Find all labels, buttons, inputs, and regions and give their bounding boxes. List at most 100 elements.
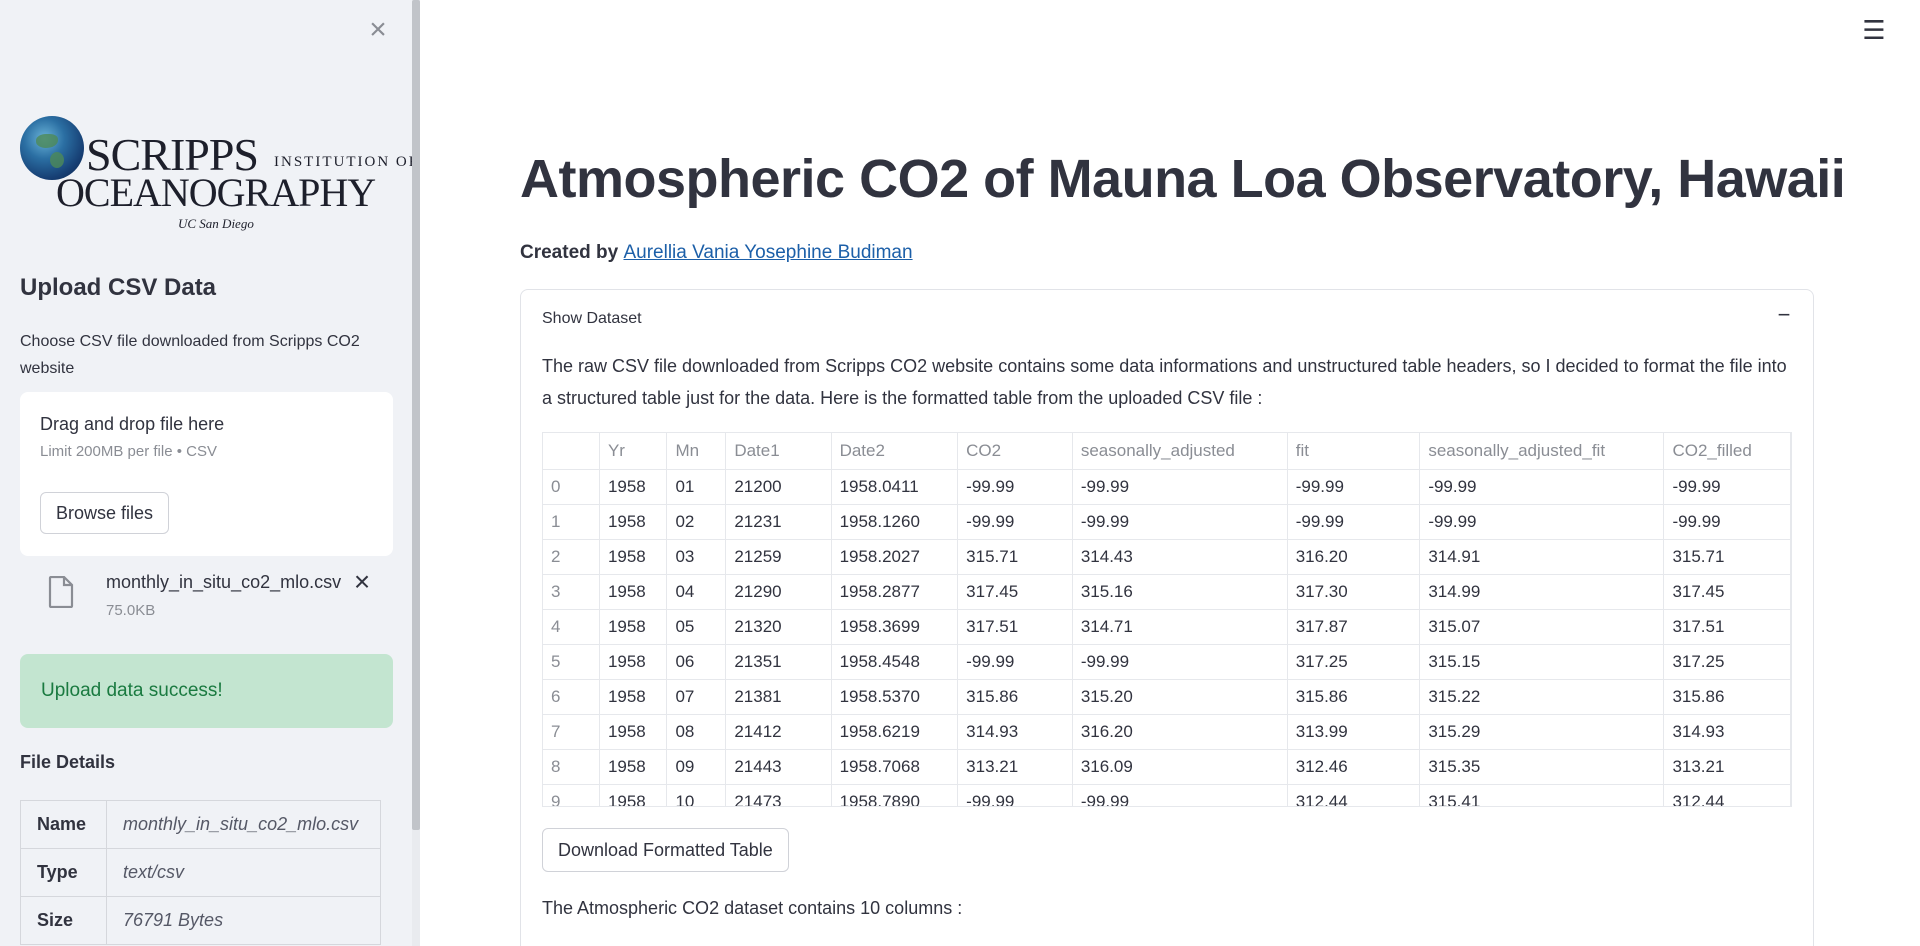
table-cell[interactable]: 315.29 bbox=[1419, 714, 1665, 750]
table-cell[interactable]: 21320 bbox=[725, 609, 832, 645]
table-cell[interactable]: 1958.5370 bbox=[831, 679, 959, 715]
table-cell[interactable]: 21290 bbox=[725, 574, 832, 610]
table-cell[interactable]: 315.86 bbox=[1287, 679, 1421, 715]
table-cell[interactable]: 1958 bbox=[599, 679, 668, 715]
table-cell[interactable]: 317.25 bbox=[1287, 644, 1421, 680]
table-cell[interactable]: 317.87 bbox=[1287, 609, 1421, 645]
remove-file-icon[interactable]: × bbox=[348, 568, 376, 596]
table-cell[interactable]: 06 bbox=[666, 644, 727, 680]
table-cell[interactable]: 1958 bbox=[599, 469, 668, 505]
table-row[interactable]: 6 1958 07 21381 1958.5370 315.86 315.20 315.86 3… bbox=[543, 679, 1791, 715]
row-index[interactable]: 3 bbox=[543, 574, 600, 610]
table-row[interactable]: 4 1958 05 21320 1958.3699 317.51 314.71 317.87 3… bbox=[543, 609, 1791, 645]
table-cell[interactable]: 312.44 bbox=[1287, 784, 1421, 806]
column-header[interactable]: Yr bbox=[599, 433, 668, 470]
file-dropzone[interactable]: Drag and drop file here Limit 200MB per … bbox=[20, 392, 393, 556]
table-cell[interactable]: 08 bbox=[666, 714, 727, 750]
expander-label[interactable]: Show Dataset bbox=[542, 310, 642, 328]
table-cell[interactable]: 315.86 bbox=[1663, 679, 1791, 715]
table-cell[interactable]: 314.99 bbox=[1419, 574, 1665, 610]
column-header[interactable]: seasonally_adjusted bbox=[1072, 433, 1288, 470]
table-cell[interactable]: 1958 bbox=[599, 714, 668, 750]
row-index[interactable]: 1 bbox=[543, 504, 600, 540]
table-cell[interactable]: 21473 bbox=[725, 784, 832, 806]
table-cell[interactable]: 317.51 bbox=[957, 609, 1073, 645]
table-cell[interactable]: 312.44 bbox=[1663, 784, 1791, 806]
table-cell[interactable]: 315.71 bbox=[1663, 539, 1791, 575]
table-cell[interactable]: 314.91 bbox=[1419, 539, 1665, 575]
sidebar-scrollbar[interactable] bbox=[412, 0, 420, 946]
column-header[interactable]: seasonally_adjusted_fit bbox=[1419, 433, 1665, 470]
table-cell[interactable]: 314.93 bbox=[1663, 714, 1791, 750]
table-cell[interactable]: 05 bbox=[666, 609, 727, 645]
column-header[interactable]: Date2 bbox=[831, 433, 959, 470]
table-row[interactable]: 1 1958 02 21231 1958.1260 -99.99 -99.99 -99.99-… bbox=[543, 504, 1791, 540]
row-index[interactable]: 4 bbox=[543, 609, 600, 645]
table-cell[interactable]: 313.21 bbox=[957, 749, 1073, 785]
table-cell[interactable]: 316.20 bbox=[1072, 714, 1288, 750]
table-cell[interactable]: 1958 bbox=[599, 749, 668, 785]
table-cell[interactable]: 1958 bbox=[599, 539, 668, 575]
table-cell[interactable]: 21231 bbox=[725, 504, 832, 540]
dataframe[interactable]: Yr Mn Date1 Date2 CO2 seasonally_adjusted fit s… bbox=[542, 432, 1792, 807]
row-index[interactable]: 9 bbox=[543, 784, 600, 806]
table-cell[interactable]: 314.93 bbox=[957, 714, 1073, 750]
table-cell[interactable]: 03 bbox=[666, 539, 727, 575]
table-cell[interactable]: -99.99 bbox=[1419, 504, 1665, 540]
table-cell[interactable]: 314.43 bbox=[1072, 539, 1288, 575]
column-header[interactable]: fit bbox=[1287, 433, 1421, 470]
table-cell[interactable]: 07 bbox=[666, 679, 727, 715]
table-cell[interactable]: -99.99 bbox=[1663, 504, 1791, 540]
row-index[interactable]: 7 bbox=[543, 714, 600, 750]
table-row[interactable]: 3 1958 04 21290 1958.2877 317.45 315.16 317.30 3… bbox=[543, 574, 1791, 610]
table-cell[interactable]: 315.16 bbox=[1072, 574, 1288, 610]
table-cell[interactable]: 01 bbox=[666, 469, 727, 505]
table-cell[interactable]: 10 bbox=[666, 784, 727, 806]
table-cell[interactable]: 1958 bbox=[599, 784, 668, 806]
table-cell[interactable]: 04 bbox=[666, 574, 727, 610]
table-cell[interactable]: 21200 bbox=[725, 469, 832, 505]
table-cell[interactable]: 315.35 bbox=[1419, 749, 1665, 785]
table-cell[interactable]: -99.99 bbox=[1287, 469, 1421, 505]
table-row[interactable]: 2 1958 03 21259 1958.2027 315.71 314.43 316.20 3… bbox=[543, 539, 1791, 575]
table-cell[interactable]: 317.30 bbox=[1287, 574, 1421, 610]
table-cell[interactable]: 1958.6219 bbox=[831, 714, 959, 750]
table-cell[interactable]: -99.99 bbox=[1072, 784, 1288, 806]
table-cell[interactable]: -99.99 bbox=[957, 469, 1073, 505]
table-cell[interactable]: 1958.7890 bbox=[831, 784, 959, 806]
table-row[interactable]: 8 1958 09 21443 1958.7068 313.21 316.09 312.46 3… bbox=[543, 749, 1791, 785]
table-cell[interactable]: 315.07 bbox=[1419, 609, 1665, 645]
table-row[interactable]: 9 1958 10 21473 1958.7890 -99.99 -99.99 312.44 3… bbox=[543, 784, 1791, 806]
table-cell[interactable]: 315.86 bbox=[957, 679, 1073, 715]
table-cell[interactable]: 315.20 bbox=[1072, 679, 1288, 715]
table-cell[interactable]: 21351 bbox=[725, 644, 832, 680]
table-cell[interactable]: 317.25 bbox=[1663, 644, 1791, 680]
collapse-icon[interactable]: − bbox=[1773, 304, 1795, 326]
table-cell[interactable]: 312.46 bbox=[1287, 749, 1421, 785]
row-index[interactable]: 2 bbox=[543, 539, 600, 575]
table-cell[interactable]: 1958 bbox=[599, 609, 668, 645]
column-header[interactable]: Mn bbox=[666, 433, 727, 470]
column-header[interactable] bbox=[543, 433, 600, 470]
table-row[interactable]: 7 1958 08 21412 1958.6219 314.93 316.20 313.99 3… bbox=[543, 714, 1791, 750]
table-cell[interactable]: 1958.0411 bbox=[831, 469, 959, 505]
table-cell[interactable]: -99.99 bbox=[1072, 469, 1288, 505]
browse-files-button[interactable]: Browse files bbox=[40, 492, 170, 534]
table-cell[interactable]: 313.21 bbox=[1663, 749, 1791, 785]
table-cell[interactable]: 317.45 bbox=[1663, 574, 1791, 610]
table-cell[interactable]: 1958.7068 bbox=[831, 749, 959, 785]
row-index[interactable]: 5 bbox=[543, 644, 600, 680]
table-cell[interactable]: 1958 bbox=[599, 574, 668, 610]
table-cell[interactable]: 1958.2877 bbox=[831, 574, 959, 610]
table-cell[interactable]: 1958.1260 bbox=[831, 504, 959, 540]
table-cell[interactable]: -99.99 bbox=[1072, 644, 1288, 680]
table-cell[interactable]: -99.99 bbox=[957, 784, 1073, 806]
table-cell[interactable]: 1958.3699 bbox=[831, 609, 959, 645]
table-cell[interactable]: -99.99 bbox=[1287, 504, 1421, 540]
table-cell[interactable]: 1958.2027 bbox=[831, 539, 959, 575]
column-header[interactable]: Date1 bbox=[725, 433, 832, 470]
column-header[interactable]: CO2_filled bbox=[1663, 433, 1791, 470]
table-cell[interactable]: 02 bbox=[666, 504, 727, 540]
table-cell[interactable]: 315.71 bbox=[957, 539, 1073, 575]
download-formatted-table-button[interactable]: Download Formatted Table bbox=[542, 828, 789, 872]
